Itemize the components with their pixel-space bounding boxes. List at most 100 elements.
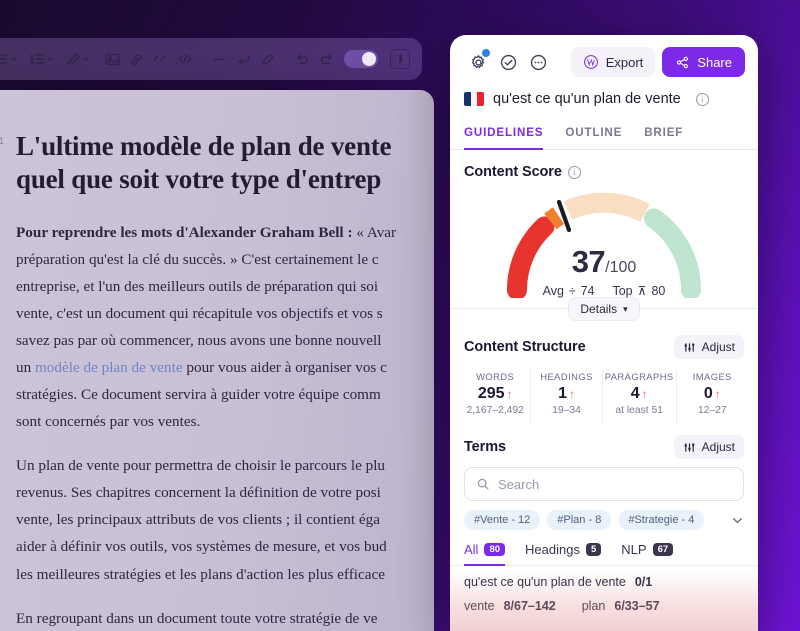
- search-icon: [476, 477, 490, 491]
- code-icon[interactable]: [174, 46, 196, 72]
- chevron-down-icon[interactable]: ▾: [48, 54, 53, 65]
- terms-list: qu'est ce qu'un plan de vente 0/1 vente …: [450, 566, 758, 613]
- score-denominator: /100: [605, 259, 637, 276]
- paragraph-block-3: p En regroupant dans un document toute v…: [16, 605, 410, 631]
- share-button[interactable]: Share: [662, 47, 745, 77]
- tab-brief[interactable]: BRIEF: [644, 120, 683, 150]
- metric-value: 4: [630, 385, 640, 402]
- term-item[interactable]: qu'est ce qu'un plan de vente 0/1: [464, 575, 652, 589]
- adjust-terms-button[interactable]: Adjust: [673, 435, 744, 459]
- metric-range: 19–34: [552, 405, 581, 416]
- score-stats: Avg ÷ 74 Top ⊼ 80: [450, 284, 758, 298]
- details-row: Details ▾: [450, 297, 758, 321]
- align-icon[interactable]: ▾: [0, 46, 17, 72]
- trend-up-icon: ↑: [641, 387, 648, 401]
- term-count: 0/1: [634, 575, 653, 589]
- adjust-label: Adjust: [701, 340, 735, 354]
- paragraph-block-1: p Pour reprendre les mots d'Alexander Gr…: [16, 219, 410, 435]
- terms-subtabs: All 80 Headings 5 NLP 67: [450, 530, 758, 566]
- seo-assistant-panel: Export Share qu'est ce qu'un plan de ven…: [450, 35, 758, 631]
- tab-outline[interactable]: OUTLINE: [565, 120, 622, 150]
- term-count: 6/33–57: [614, 599, 660, 613]
- export-button[interactable]: Export: [570, 47, 656, 77]
- paragraph-1: Pour reprendre les mots d'Alexander Grah…: [16, 223, 397, 431]
- term-item[interactable]: plan 6/33–57: [582, 599, 660, 613]
- layout-badge[interactable]: ⦙⦙: [390, 49, 410, 69]
- panel-body: Content Score i 37/100 Avg ÷ 74 Top ⊼ 80…: [450, 150, 758, 631]
- document-page[interactable]: h1 L'ultime modèle de plan de vente quel…: [0, 90, 434, 631]
- tab-guidelines[interactable]: GUIDELINES: [464, 120, 544, 150]
- avg-stat: Avg ÷ 74: [543, 284, 595, 298]
- metric-range: at least 51: [615, 405, 663, 416]
- term-chip-plan[interactable]: #Plan - 8: [547, 510, 612, 530]
- trend-up-icon: ↑: [568, 387, 575, 401]
- more-options-icon[interactable]: [523, 47, 553, 77]
- term-name: qu'est ce qu'un plan de vente: [464, 575, 626, 589]
- link-icon[interactable]: [126, 46, 148, 72]
- share-nodes-icon: [675, 55, 690, 70]
- metric-range: 12–27: [697, 405, 727, 416]
- subtab-count: 5: [585, 543, 602, 556]
- content-score-title: Content Score: [464, 164, 562, 180]
- panel-header: Export Share: [450, 35, 758, 87]
- info-icon[interactable]: i: [695, 92, 709, 106]
- adjust-label: Adjust: [701, 440, 735, 454]
- paragraph-lead: Pour reprendre les mots d'Alexander Grah…: [16, 223, 357, 241]
- ordered-list-icon[interactable]: ▾: [29, 46, 53, 72]
- score-value: 37: [571, 244, 606, 279]
- image-icon[interactable]: [102, 46, 124, 72]
- metric-value: 295: [477, 385, 505, 402]
- eraser-icon[interactable]: [257, 46, 279, 72]
- check-circle-icon[interactable]: [493, 47, 523, 77]
- subtab-count: 80: [484, 543, 506, 556]
- info-icon[interactable]: i: [567, 165, 581, 179]
- content-score-header: Content Score i: [450, 150, 758, 180]
- gear-icon[interactable]: [463, 47, 493, 77]
- sliders-icon: [683, 441, 696, 454]
- subtab-count: 67: [652, 543, 674, 556]
- subtab-label: Headings: [525, 542, 580, 557]
- search-input[interactable]: [498, 476, 732, 492]
- export-label: Export: [605, 54, 644, 70]
- page-title: L'ultime modèle de plan de vente quel qu…: [16, 131, 392, 195]
- term-item[interactable]: vente 8/67–142: [464, 599, 556, 613]
- terms-header: Terms Adjust: [450, 424, 758, 459]
- chevron-down-icon[interactable]: ▾: [84, 54, 89, 65]
- editor-toolbar: ▾ ▾ ▾ ⦙⦙: [0, 38, 422, 80]
- subtab-nlp[interactable]: NLP 67: [621, 542, 674, 566]
- document-editor: ▾ ▾ ▾ ⦙⦙ 1 L'ultime modèle de plan de ve…: [0, 38, 434, 631]
- subtab-label: NLP: [621, 542, 647, 557]
- brush-icon[interactable]: ▾: [65, 46, 89, 72]
- line-break-icon[interactable]: [233, 46, 255, 72]
- top-glyph: ⊼: [637, 284, 647, 298]
- divider-icon[interactable]: [209, 46, 231, 72]
- metric-label: IMAGES: [692, 371, 732, 382]
- undo-icon[interactable]: [292, 46, 314, 72]
- paragraph-block-2: p Un plan de vente pour permettra de cho…: [16, 452, 410, 587]
- notification-dot: [482, 49, 490, 57]
- trend-up-icon: ↑: [714, 387, 721, 401]
- content-structure-grid: WORDS 295 ↑ 2,167–2,492 HEADINGS 1 ↑ 19–34…: [460, 369, 748, 424]
- chevron-down-icon[interactable]: [731, 514, 744, 527]
- terms-chips-row: #Vente - 12 #Plan - 8 #Strategie - 4: [450, 501, 758, 530]
- score-value-wrap: 37/100: [450, 244, 758, 280]
- subtab-label: All: [464, 542, 479, 557]
- term-chip-strategie[interactable]: #Strategie - 4: [618, 510, 705, 530]
- top-stat: Top ⊼ 80: [612, 284, 665, 298]
- metric-value: 1: [558, 385, 567, 402]
- metric-label: WORDS: [476, 371, 515, 382]
- block-tag-h1: h1: [0, 136, 5, 146]
- terms-search-box[interactable]: [464, 467, 744, 501]
- quote-icon[interactable]: [150, 46, 172, 72]
- chevron-down-icon[interactable]: ▾: [12, 54, 17, 65]
- document-link[interactable]: modèle de plan de vente: [35, 359, 183, 376]
- adjust-structure-button[interactable]: Adjust: [673, 335, 744, 359]
- term-chip-vente[interactable]: #Vente - 12: [464, 510, 541, 530]
- view-toggle[interactable]: [344, 50, 378, 68]
- wordpress-icon: [583, 54, 599, 70]
- redo-icon[interactable]: [316, 46, 338, 72]
- trend-up-icon: ↑: [506, 387, 513, 401]
- paragraph-2: Un plan de vente pour permettra de chois…: [16, 457, 387, 583]
- subtab-all[interactable]: All 80: [464, 542, 506, 566]
- subtab-headings[interactable]: Headings 5: [525, 542, 602, 566]
